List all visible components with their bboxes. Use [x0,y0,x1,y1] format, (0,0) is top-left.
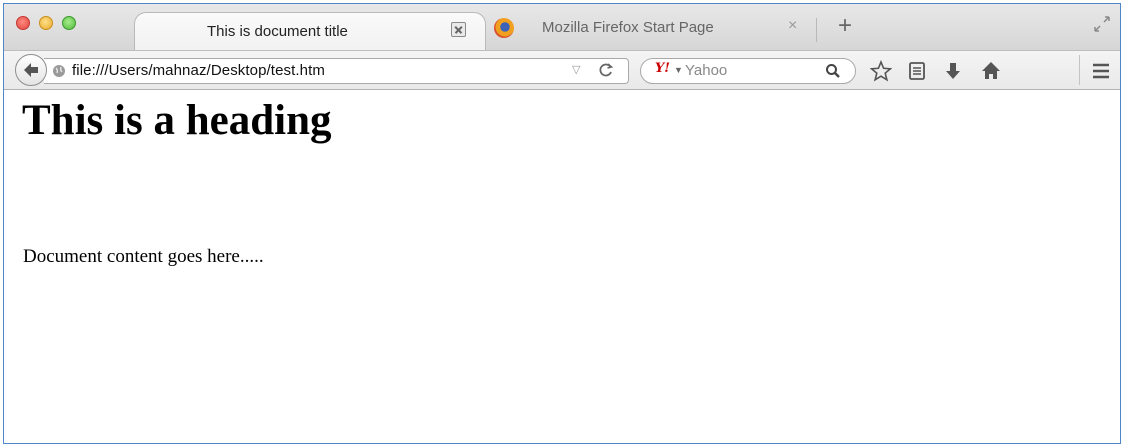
browser-window: This is document title Mozilla Firefox S… [3,3,1121,444]
url-text[interactable]: file:///Users/mahnaz/Desktop/test.htm [72,62,325,79]
bookmark-star-icon[interactable] [870,60,892,82]
reading-list-icon[interactable] [906,60,928,82]
globe-icon [53,65,65,77]
tab-strip: This is document title Mozilla Firefox S… [4,4,1120,52]
window-maximize-button[interactable] [62,16,76,30]
window-close-button[interactable] [16,16,30,30]
search-bar[interactable]: Y! ▼ Yahoo [640,58,856,84]
tab-title: This is document title [207,23,348,40]
tab-close-icon[interactable]: × [788,17,797,35]
tab-divider [816,18,817,42]
search-placeholder[interactable]: Yahoo [685,62,727,79]
navigation-toolbar: file:///Users/mahnaz/Desktop/test.htm ▽ … [4,50,1120,90]
page-heading: This is a heading [22,97,332,144]
tab-document-title[interactable]: This is document title [134,12,486,52]
home-icon[interactable] [980,60,1002,82]
fullscreen-icon[interactable] [1092,14,1112,34]
url-history-dropdown-icon[interactable]: ▽ [572,63,580,76]
reload-icon[interactable] [598,62,614,78]
download-icon[interactable] [942,60,964,82]
tab-firefox-start-page[interactable]: Mozilla Firefox Start Page × [494,16,817,46]
page-paragraph: Document content goes here..... [23,246,264,267]
toolbar-divider [1079,55,1080,85]
search-engine-logo[interactable]: Y! [655,61,670,76]
url-bar[interactable]: file:///Users/mahnaz/Desktop/test.htm ▽ [44,58,629,84]
firefox-logo-icon [494,18,514,38]
tab-title: Mozilla Firefox Start Page [542,19,714,36]
page-viewport: This is a heading Document content goes … [4,90,1120,443]
tab-close-icon[interactable] [451,22,466,37]
back-button[interactable] [15,54,47,86]
window-minimize-button[interactable] [39,16,53,30]
back-arrow-icon [24,63,38,77]
menu-icon[interactable] [1090,60,1112,82]
new-tab-button[interactable]: + [838,14,852,38]
search-icon[interactable] [825,63,841,79]
search-engine-dropdown-icon[interactable]: ▼ [674,65,683,75]
